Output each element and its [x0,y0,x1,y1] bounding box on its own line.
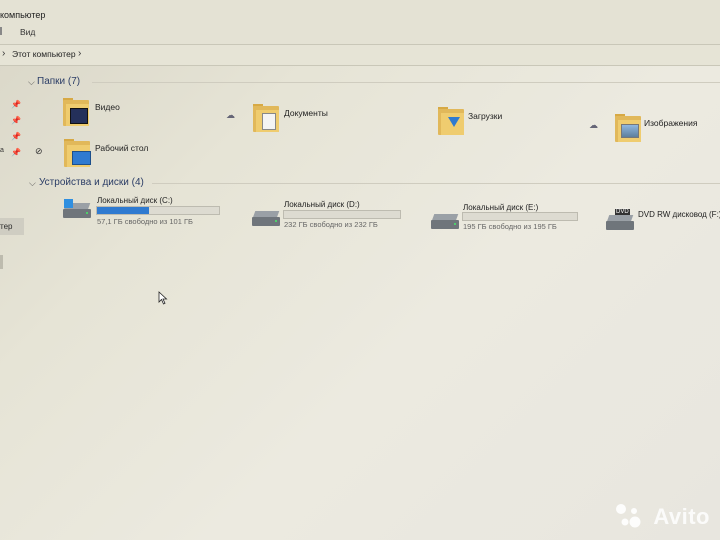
chevron-right-icon[interactable]: › [78,48,81,59]
downloads-folder-icon [438,107,464,135]
drive-usage-fill [97,207,150,214]
avito-logo-icon [616,504,641,528]
group-divider [92,82,720,83]
hard-drive-icon [252,211,280,227]
drive-label: Локальный диск (C:) [97,196,173,205]
address-bar[interactable] [0,44,720,66]
sync-check-icon: ⊘ [35,146,43,156]
drive-free-space: 57,1 ГБ свободно из 101 ГБ [97,217,193,226]
nav-item-partial[interactable]: а [0,147,4,154]
folder-label: Рабочий стол [95,143,149,153]
drive-e[interactable]: Локальный диск (E:) 195 ГБ свободно из 1… [431,202,583,236]
desktop-folder-icon [64,139,91,167]
video-folder-icon [63,98,89,126]
cloud-icon: ☁ [589,120,598,130]
drive-free-space: 232 ГБ свободно из 232 ГБ [284,220,378,229]
breadcrumb-this-pc[interactable]: Этот компьютер [12,49,76,59]
pin-icon[interactable]: 📌 [11,148,21,157]
menu-view[interactable]: Вид [20,27,35,37]
drive-usage-bar [96,206,220,215]
folders-group-title[interactable]: Папки (7) [37,76,80,87]
nav-item-this-pc[interactable]: тер [0,218,24,235]
drive-usage-bar [283,210,401,219]
chevron-down-icon[interactable]: ⌵ [28,77,35,88]
drive-usage-bar [462,212,578,221]
folder-label: Загрузки [468,111,503,121]
folder-label: Изображения [644,118,698,128]
mouse-cursor-icon [158,291,168,305]
folder-desktop[interactable]: Рабочий стол [64,139,164,169]
drive-label: Локальный диск (D:) [284,200,360,209]
drive-c[interactable]: Локальный диск (C:) 57,1 ГБ свободно из … [62,195,222,229]
pin-icon[interactable]: 📌 [11,116,21,125]
folder-label: Видео [95,102,120,112]
drive-label: Локальный диск (E:) [463,203,539,212]
menu-divider [0,27,2,35]
hard-drive-icon [431,214,459,230]
folder-documents[interactable]: Документы [253,104,343,134]
group-divider [152,183,720,184]
drive-free-space: 195 ГБ свободно из 195 ГБ [463,222,557,231]
chevron-right-icon[interactable]: › [2,48,5,59]
drive-f[interactable]: DVD DVD RW дисковод (F:) [606,207,720,237]
folder-video[interactable]: Видео [63,98,123,128]
pin-icon[interactable]: 📌 [11,132,21,141]
pictures-folder-icon [615,114,641,142]
devices-group-title[interactable]: Устройства и диски (4) [39,177,144,188]
folder-label: Документы [284,108,328,118]
documents-folder-icon [253,104,279,132]
cloud-icon: ☁ [226,110,235,120]
drive-d[interactable]: Локальный диск (D:) 232 ГБ свободно из 2… [252,199,404,233]
nav-item-label: тер [0,222,13,231]
nav-divider [0,255,3,269]
windows-drive-icon [63,199,91,219]
avito-watermark: Avito [653,504,710,529]
dvd-drive-icon: DVD [606,209,634,231]
pin-icon[interactable]: 📌 [11,100,21,109]
chevron-down-icon[interactable]: ⌵ [29,178,36,189]
window-title: компьютер [0,10,46,20]
window-header [0,0,720,48]
folder-downloads[interactable]: Загрузки [438,107,518,137]
drive-label: DVD RW дисковод (F:) [638,210,720,219]
folder-pictures[interactable]: Изображения [615,114,715,144]
